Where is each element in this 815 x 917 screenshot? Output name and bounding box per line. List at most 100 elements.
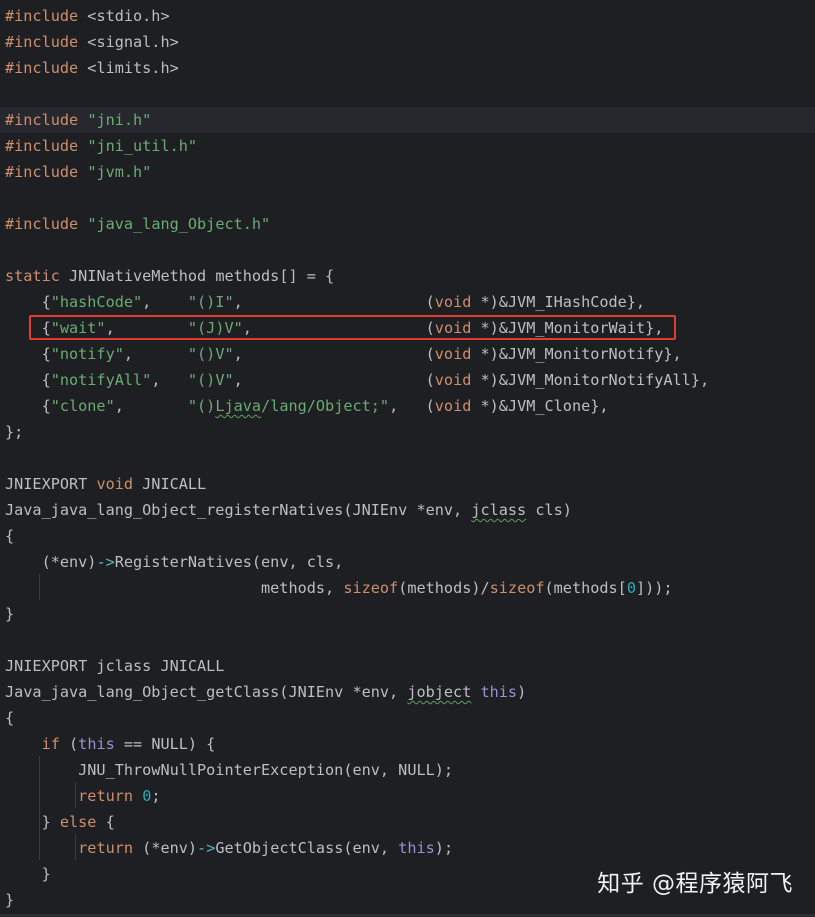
code-this: this — [480, 683, 518, 701]
code-keyword: else — [59, 813, 97, 831]
code-text: GetObjectClass(env, — [215, 839, 399, 857]
code-keyword: sizeof — [343, 579, 399, 597]
code-keyword: void — [434, 319, 472, 337]
code-string: "java_lang_Object.h" — [87, 215, 271, 233]
code-line[interactable]: #include "jvm.h" — [0, 159, 815, 185]
code-text: JNINativeMethod methods[] = { — [59, 267, 335, 285]
code-string: "jni.h" — [87, 111, 152, 129]
code-line[interactable] — [0, 627, 815, 653]
code-text: RegisterNatives(env, cls, — [114, 553, 344, 571]
code-string: "clone" — [50, 397, 115, 415]
code-keyword: void — [96, 475, 134, 493]
code-string: "hashCode" — [50, 293, 143, 311]
code-line[interactable]: Java_java_lang_Object_registerNatives(JN… — [0, 497, 815, 523]
code-keyword: void — [434, 293, 472, 311]
code-text: }; — [5, 423, 24, 441]
code-line[interactable]: (*env)->RegisterNatives(env, cls, — [0, 549, 815, 575]
code-string: "(J)V" — [187, 319, 243, 337]
code-text: cls) — [526, 501, 572, 519]
code-line[interactable]: Java_java_lang_Object_getClass(JNIEnv *e… — [0, 679, 815, 705]
code-editor[interactable]: #include <stdio.h> #include <signal.h> #in… — [0, 0, 815, 917]
code-string: "()I" — [187, 293, 234, 311]
code-string: Ljava — [215, 397, 262, 415]
code-line[interactable] — [0, 185, 815, 211]
code-line[interactable]: JNIEXPORT jclass JNICALL — [0, 653, 815, 679]
code-text: JNIEXPORT jclass JNICALL — [5, 657, 225, 675]
code-line[interactable]: static JNINativeMethod methods[] = { — [0, 263, 815, 289]
code-text: *)&JVM_MonitorWait}, — [471, 319, 664, 337]
code-line[interactable]: JNIEXPORT void JNICALL — [0, 471, 815, 497]
code-line[interactable]: #include "jni.h" — [0, 107, 815, 133]
code-number: 0 — [626, 579, 636, 597]
code-text: { — [5, 371, 51, 389]
code-text: { — [5, 319, 51, 337]
code-type: jobject — [407, 683, 472, 701]
code-text: } — [5, 813, 60, 831]
code-this: this — [78, 735, 115, 753]
code-text: ; — [151, 787, 161, 805]
code-line[interactable]: return 0; — [0, 783, 815, 809]
code-string: "jni_util.h" — [87, 137, 198, 155]
code-keyword: #include — [5, 111, 79, 129]
code-line[interactable]: {"hashCode", "()I", (void *)&JVM_IHashCo… — [0, 289, 815, 315]
code-line[interactable]: }; — [0, 419, 815, 445]
code-text: } — [5, 891, 15, 909]
code-line[interactable]: methods, sizeof(methods)/sizeof(methods[… — [0, 575, 815, 601]
code-line[interactable]: if (this == NULL) { — [0, 731, 815, 757]
code-line[interactable]: return (*env)->GetObjectClass(env, this)… — [0, 835, 815, 861]
code-line[interactable]: {"wait", "(J)V", (void *)&JVM_MonitorWai… — [0, 315, 815, 341]
indent-guide — [39, 574, 40, 600]
code-text: methods, — [5, 579, 344, 597]
code-line[interactable] — [0, 445, 815, 471]
code-line[interactable]: JNU_ThrowNullPointerException(env, NULL)… — [0, 757, 815, 783]
code-text: Java_java_lang_Object_getClass(JNIEnv *e… — [5, 683, 408, 701]
code-keyword: #include — [5, 7, 79, 25]
code-line[interactable]: { — [0, 523, 815, 549]
code-text: } — [5, 605, 15, 623]
code-text: , ( — [233, 345, 435, 363]
code-text: { — [96, 813, 115, 831]
code-line[interactable]: #include "java_lang_Object.h" — [0, 211, 815, 237]
code-string: /lang/Object;" — [261, 397, 390, 415]
code-text: ) — [517, 683, 527, 701]
code-keyword: #include — [5, 33, 79, 51]
code-line[interactable]: #include <signal.h> — [0, 29, 815, 55]
code-line[interactable]: {"notify", "()V", (void *)&JVM_MonitorNo… — [0, 341, 815, 367]
code-line[interactable]: } else { — [0, 809, 815, 835]
code-line[interactable]: #include "jni_util.h" — [0, 133, 815, 159]
code-line[interactable]: #include <stdio.h> — [0, 3, 815, 29]
code-keyword: #include — [5, 215, 79, 233]
code-text: ])); — [635, 579, 673, 597]
code-line[interactable]: #include <limits.h> — [0, 55, 815, 81]
code-line[interactable]: { — [0, 705, 815, 731]
code-text: ( — [59, 735, 79, 753]
code-line[interactable]: } — [0, 601, 815, 627]
code-string: "()V" — [187, 345, 234, 363]
code-string: "() — [187, 397, 216, 415]
code-text: Java_java_lang_Object_registerNatives(JN… — [5, 501, 472, 519]
code-operator: -> — [197, 839, 216, 857]
code-text: { — [5, 709, 15, 727]
code-line[interactable]: {"notifyAll", "()V", (void *)&JVM_Monito… — [0, 367, 815, 393]
code-text: { — [5, 345, 51, 363]
code-text: == NULL) { — [114, 735, 216, 753]
code-line[interactable]: {"clone", "()Ljava/lang/Object;", (void … — [0, 393, 815, 419]
indent-guide — [75, 782, 76, 808]
code-line[interactable] — [0, 237, 815, 263]
code-string: "notifyAll" — [50, 371, 152, 389]
code-line[interactable] — [0, 81, 815, 107]
code-text: <limits.h> — [78, 59, 179, 77]
code-text: (methods[ — [544, 579, 627, 597]
code-keyword: void — [434, 371, 472, 389]
code-keyword: return — [78, 787, 134, 805]
code-text: <signal.h> — [78, 33, 179, 51]
code-text: , — [105, 319, 188, 337]
indent-guide — [39, 756, 40, 860]
code-keyword: sizeof — [489, 579, 545, 597]
code-text: } — [5, 865, 51, 883]
